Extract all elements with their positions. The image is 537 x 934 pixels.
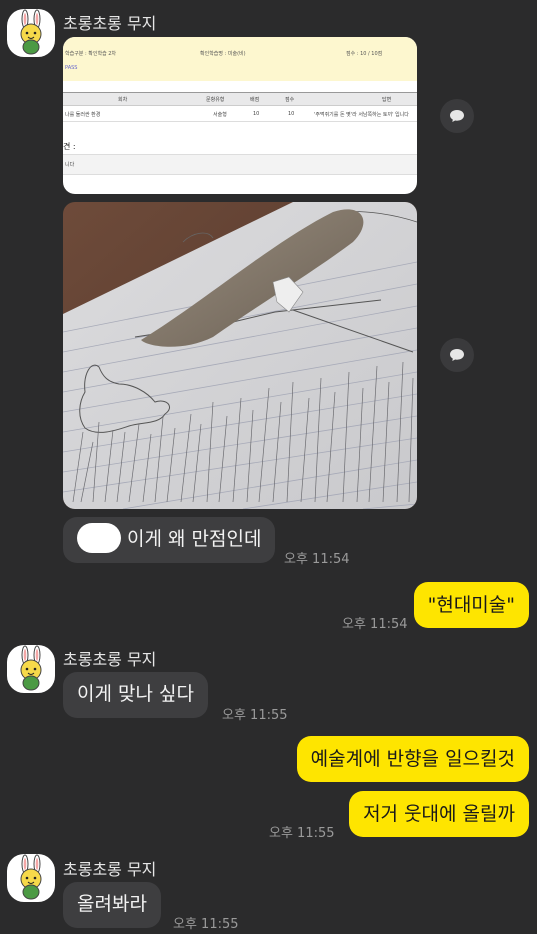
doc-cell-type: 서술형 [213,112,227,118]
share-button[interactable] [440,338,474,372]
doc-pass: PASS [65,65,78,71]
message-time: 오후 11:54 [284,552,350,567]
message-bubble-outgoing[interactable]: 저거 웃대에 올릴까 [349,791,529,837]
drawing-photo[interactable] [63,202,417,509]
doc-category: 학습구분 : 확인학습 2차 [65,51,117,57]
doc-table-row: 나를 둘러싼 환경 서술형 10 10 '주먹쥐기를 돈 몇'라 서남쪽하는 토… [63,106,417,122]
sender-name: 초롱초롱 무지 [63,650,157,669]
share-bubble-icon [450,110,464,122]
doc-opinion: 견 : [63,142,76,151]
share-button[interactable] [440,99,474,133]
share-bubble-icon [450,349,464,361]
message-time: 오후 11:54 [342,617,408,632]
doc-header-answer: 답변 [382,97,392,103]
message-bubble-incoming[interactable]: 이게 맞나 싶다 [63,672,208,718]
doc-note: 니다 [65,162,75,168]
sender-avatar[interactable] [7,645,55,693]
message-text: 이게 왜 만점인데 [127,528,262,550]
message-time: 오후 11:55 [173,917,239,932]
doc-table-header: 회차 문항유형 배점 점수 답변 [63,92,417,106]
doc-cell-round: 나를 둘러싼 환경 [65,112,101,118]
doc-header-score: 점수 [285,97,295,103]
doc-cell-score: 10 [288,111,295,117]
message-bubble-outgoing[interactable]: 예술계에 반향을 일으킬것 [296,736,529,782]
muzi-rabbit-avatar-icon [20,9,42,55]
sender-avatar[interactable] [7,854,55,902]
doc-header-band [63,37,417,81]
sender-name: 초롱초롱 무지 [63,14,157,33]
doc-cell-points: 10 [253,111,260,117]
muzi-rabbit-avatar-icon [20,645,42,691]
doc-header-points: 배점 [250,97,260,103]
message-time: 오후 11:55 [222,708,288,723]
doc-cell-answer: '주먹쥐기를 돈 몇'라 서남쪽하는 토끼' 입니다 [314,112,409,118]
sender-avatar[interactable] [7,9,55,57]
doc-header-type: 문항유형 [206,97,225,103]
sender-name: 초롱초롱 무지 [63,860,157,879]
doc-header-round: 회차 [118,97,128,103]
blurred-sticker [77,522,121,553]
message-bubble-outgoing[interactable]: "현대미술" [413,582,529,628]
message-bubble-incoming[interactable]: 이게 왜 만점인데 [63,517,276,563]
message-bubble-incoming[interactable]: 올려봐라 [63,882,161,928]
message-time: 오후 11:55 [269,826,335,841]
document-image[interactable]: 학습구분 : 확인학습 2차 확인학습명 : 미술(비) 점수 : 10 / 1… [63,37,417,194]
muzi-rabbit-avatar-icon [20,854,42,900]
doc-score: 점수 : 10 / 10점 [346,51,383,57]
doc-title: 확인학습명 : 미술(비) [200,51,246,57]
doc-note-row: 니다 [63,154,417,175]
drawing-photo-image [63,202,417,509]
